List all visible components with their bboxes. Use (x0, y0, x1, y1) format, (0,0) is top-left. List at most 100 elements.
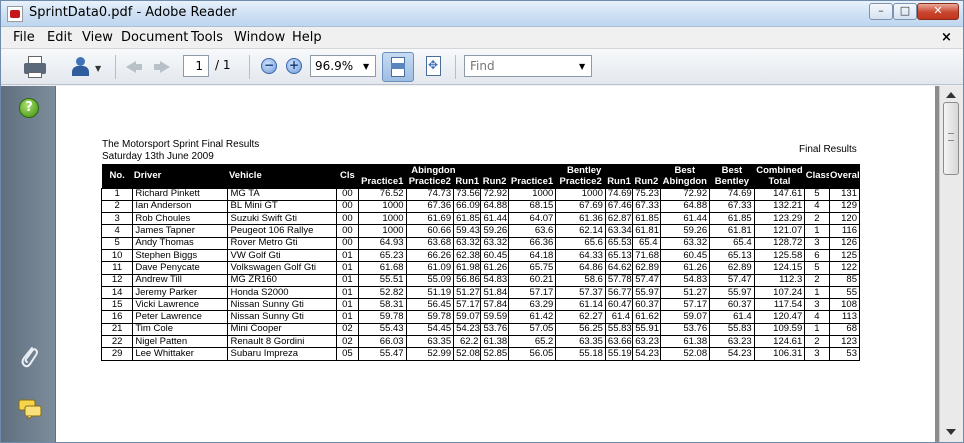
menu-document[interactable]: Document (121, 30, 188, 45)
zoom-out-button[interactable]: − (261, 58, 277, 74)
header-bentley-run1: Run1 (605, 176, 633, 188)
paperclip-icon[interactable] (18, 344, 40, 372)
cell-abingdon-run2: 54.83 (480, 273, 509, 287)
cell-cls: 01 (335, 298, 360, 312)
header-bentley-run2: Run2 (632, 176, 661, 188)
cell-abingdon-practice1: 65.23 (358, 248, 407, 263)
cell-class-position: 2 (804, 212, 830, 226)
find-input[interactable] (465, 56, 575, 76)
minimize-button[interactable]: – (869, 3, 893, 20)
cell-overall-position: 108 (828, 298, 861, 312)
comment-icon[interactable] (18, 398, 44, 420)
cell-combined-total: 106.31 (753, 347, 806, 361)
help-icon[interactable]: ? (19, 98, 39, 118)
zoom-value: 96.9% (315, 59, 354, 73)
cell-best-bentley: 60.37 (709, 298, 755, 312)
cell-abingdon-practice2: 51.19 (405, 285, 455, 300)
collaborate-button[interactable]: ▼ (65, 54, 105, 80)
vertical-scrollbar[interactable] (939, 86, 963, 442)
fit-width-button[interactable] (382, 52, 414, 82)
cell-bentley-run2: 54.23 (632, 347, 661, 361)
title-bar[interactable]: SprintData0.pdf - Adobe Reader – □ ✕ (1, 1, 963, 27)
cell-bentley-practice1: 60.21 (507, 273, 557, 287)
cell-abingdon-practice2: 74.73 (405, 187, 455, 201)
cell-best-abingdon: 51.27 (659, 285, 711, 300)
zoom-in-button[interactable]: + (286, 58, 302, 74)
close-document-icon[interactable]: × (941, 30, 952, 45)
scroll-thumb[interactable] (943, 102, 959, 175)
header-bentley-practice1: Practice1 (508, 176, 556, 188)
cell-overall-position: 55 (828, 285, 861, 300)
cell-combined-total: 132.21 (753, 199, 806, 214)
menu-file[interactable]: File (13, 30, 35, 45)
zoom-select[interactable]: 96.9% ▼ (310, 55, 376, 77)
print-button[interactable] (21, 54, 49, 80)
cell-cls: 01 (335, 310, 360, 324)
cell-no: 22 (100, 335, 134, 349)
cell-best-abingdon: 53.76 (659, 322, 711, 337)
header-class: Class (804, 164, 830, 188)
fit-page-button[interactable]: ✥ (423, 55, 445, 77)
cell-abingdon-practice1: 55.47 (358, 347, 407, 361)
cell-abingdon-practice2: 63.35 (405, 335, 455, 349)
menu-view[interactable]: View (82, 30, 113, 45)
cell-no: 14 (100, 285, 134, 300)
cell-bentley-run1: 74.69 (604, 187, 634, 201)
cell-bentley-practice1: 64.07 (507, 212, 557, 226)
cell-vehicle: Rover Metro Gti (227, 236, 337, 250)
header-best-bentley: Bentley (709, 176, 755, 188)
next-page-button[interactable] (151, 54, 173, 80)
document-viewport[interactable]: The Motorsport Sprint Final Results Satu… (55, 86, 939, 442)
previous-page-button[interactable] (123, 54, 145, 80)
cell-best-bentley: 62.89 (709, 261, 755, 275)
scroll-up-arrow-icon[interactable] (943, 89, 959, 101)
cell-abingdon-run1: 59.43 (453, 224, 482, 238)
table-row: 21 Tim Cole Mini Cooper 02 55.43 54.45 54.23 53… (100, 322, 861, 337)
cell-best-abingdon: 61.38 (659, 335, 711, 349)
cell-bentley-practice2: 67.69 (555, 199, 606, 214)
cell-overall-position: 68 (828, 322, 861, 337)
cell-best-abingdon: 52.08 (659, 347, 711, 361)
menu-window[interactable]: Window (234, 30, 285, 45)
cell-class-position: 6 (804, 248, 830, 263)
cell-bentley-practice1: 65.2 (507, 335, 557, 349)
chevron-down-icon[interactable]: ▼ (579, 62, 585, 71)
cell-best-bentley: 55.97 (709, 285, 755, 300)
menu-help[interactable]: Help (292, 30, 322, 45)
cell-abingdon-practice1: 64.93 (358, 236, 407, 250)
cell-abingdon-practice2: 61.09 (405, 261, 455, 275)
cell-abingdon-run2: 60.45 (480, 248, 509, 263)
find-box[interactable]: ▼ (464, 55, 592, 77)
cell-vehicle: Nissan Sunny Gti (227, 298, 337, 312)
cell-no: 5 (100, 236, 134, 250)
chevron-down-icon[interactable]: ▼ (363, 62, 369, 71)
cell-driver: Nigel Patten (132, 335, 229, 349)
cell-best-abingdon: 72.92 (659, 187, 711, 201)
page-number-input[interactable]: 1 (183, 55, 209, 77)
menu-edit[interactable]: Edit (47, 30, 72, 45)
cell-bentley-practice2: 65.6 (555, 236, 606, 250)
cell-abingdon-practice1: 55.51 (358, 273, 407, 287)
cell-abingdon-run1: 59.07 (453, 310, 482, 324)
cell-overall-position: 116 (828, 224, 861, 238)
cell-best-bentley: 61.4 (709, 310, 755, 324)
menu-tools[interactable]: Tools (191, 30, 223, 45)
cell-combined-total: 117.54 (753, 298, 806, 312)
cell-best-bentley: 67.33 (709, 199, 755, 214)
cell-cls: 02 (335, 322, 360, 337)
cell-abingdon-run1: 61.85 (453, 212, 482, 226)
cell-abingdon-run1: 73.56 (453, 187, 482, 201)
cell-driver: Tim Cole (132, 322, 229, 337)
cell-bentley-run2: 55.97 (632, 285, 661, 300)
maximize-button[interactable]: □ (893, 3, 917, 20)
cell-abingdon-practice1: 52.82 (358, 285, 407, 300)
header-no: No. (101, 164, 133, 188)
cell-best-abingdon: 61.26 (659, 261, 711, 275)
cell-best-bentley: 63.23 (709, 335, 755, 349)
cell-bentley-run2: 61.81 (632, 224, 661, 238)
cell-class-position: 5 (804, 261, 830, 275)
cell-best-bentley: 61.85 (709, 212, 755, 226)
scroll-down-arrow-icon[interactable] (943, 426, 959, 438)
close-window-button[interactable]: ✕ (917, 3, 959, 20)
header-abingdon-practice1: Practice1 (358, 176, 407, 188)
